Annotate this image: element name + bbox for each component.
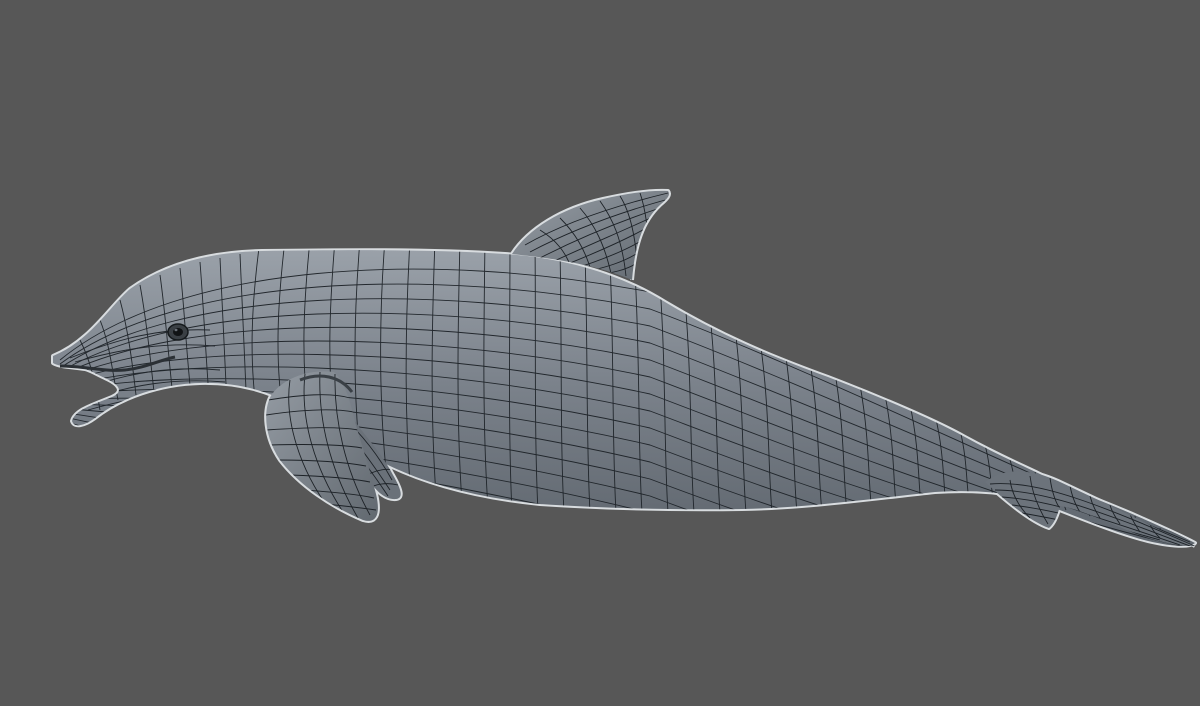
tail-flukes [985, 471, 1195, 547]
dolphin-model[interactable] [0, 0, 1200, 706]
dolphin-body [53, 250, 1195, 546]
3d-viewport[interactable] [0, 0, 1200, 706]
